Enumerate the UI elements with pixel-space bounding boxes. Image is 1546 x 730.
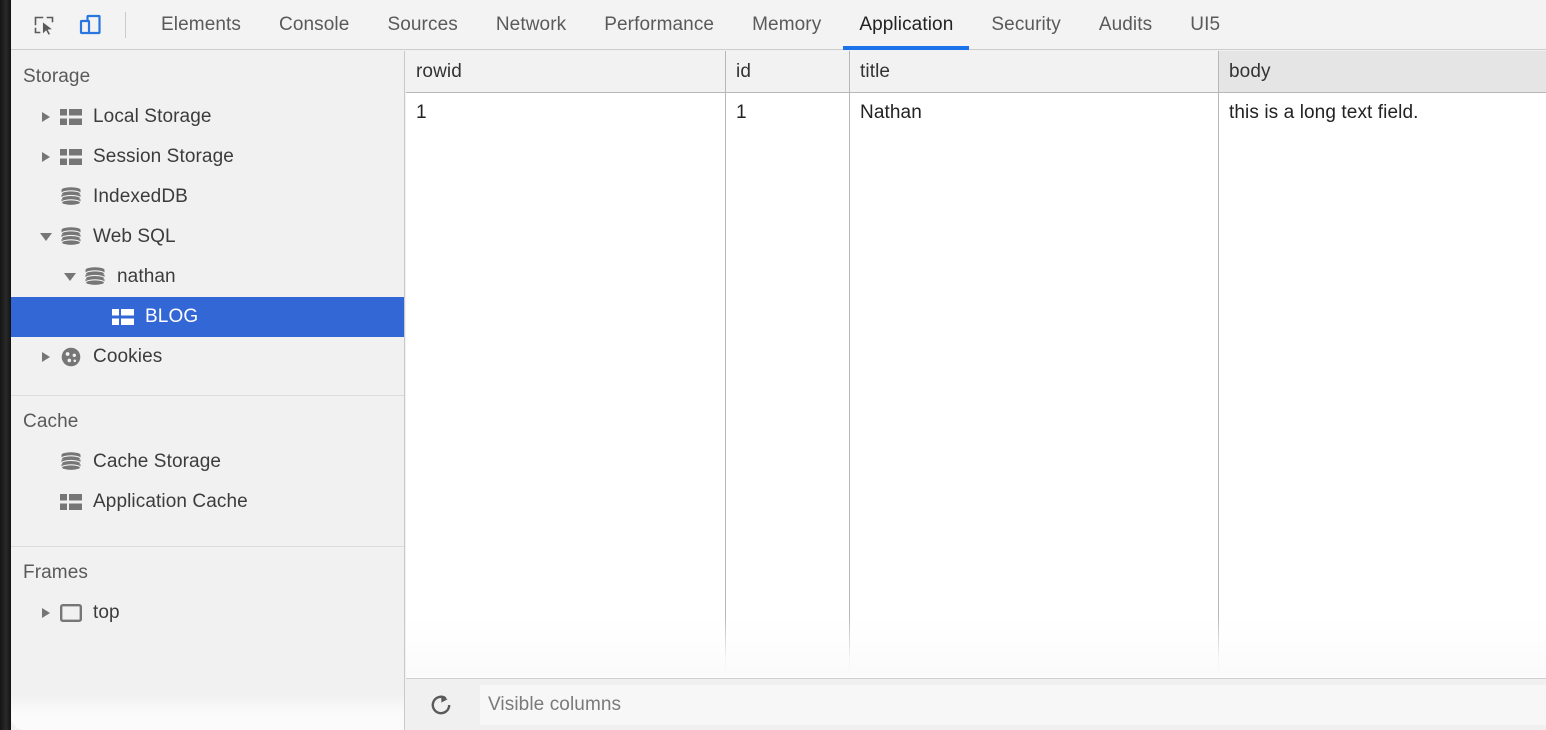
sidebar-item-label: Application Cache xyxy=(93,491,248,512)
chevron-down-icon[interactable] xyxy=(59,273,81,281)
data-grid-toolbar xyxy=(406,678,1546,730)
tab-memory[interactable]: Memory xyxy=(733,0,840,50)
sidebar-item-label: Local Storage xyxy=(93,106,212,127)
window-left-edge xyxy=(0,0,11,730)
sidebar-section-frames: Frames top xyxy=(11,547,404,633)
cookie-icon xyxy=(57,346,85,368)
visible-columns-input[interactable] xyxy=(480,684,1546,725)
tab-label: Elements xyxy=(161,13,242,35)
chevron-right-icon[interactable] xyxy=(35,152,57,162)
tab-label: Performance xyxy=(604,13,715,35)
database-icon xyxy=(57,187,85,207)
tab-performance[interactable]: Performance xyxy=(585,0,733,50)
tab-security[interactable]: Security xyxy=(972,0,1079,50)
toolbar-separator xyxy=(125,11,126,38)
cell-rowid[interactable]: 1 xyxy=(406,93,726,677)
sidebar-item-web-sql[interactable]: Web SQL xyxy=(11,217,404,257)
table-row[interactable]: 1 1 Nathan this is a long text field. xyxy=(406,93,1546,677)
table-icon xyxy=(57,109,85,125)
column-header-id[interactable]: id xyxy=(726,51,850,92)
sidebar-item-cookies[interactable]: Cookies xyxy=(11,337,404,377)
devtools-tab-bar: Elements Console Sources Network Perform… xyxy=(11,0,1546,50)
tab-application[interactable]: Application xyxy=(840,0,972,50)
tab-label: Memory xyxy=(752,13,822,35)
panel-tabs: Elements Console Sources Network Perform… xyxy=(142,0,1239,50)
tab-label: Sources xyxy=(387,13,458,35)
cell-id[interactable]: 1 xyxy=(726,93,850,677)
cell-body[interactable]: this is a long text field. xyxy=(1219,93,1546,677)
window-edge-gradient xyxy=(0,0,11,730)
tab-label: UI5 xyxy=(1190,13,1221,35)
sidebar-item-nathan[interactable]: nathan xyxy=(11,257,404,297)
sidebar-section-cache: Cache Cache Storage Application Cache xyxy=(11,396,404,522)
sidebar-item-indexeddb[interactable]: IndexedDB xyxy=(11,177,404,217)
inspect-element-icon xyxy=(34,16,55,36)
sidebar-section-title: Cache xyxy=(23,411,79,432)
frame-icon xyxy=(57,604,85,622)
sidebar-item-blog[interactable]: BLOG xyxy=(11,297,404,337)
sidebar-item-label: IndexedDB xyxy=(93,186,188,207)
devtools-window: Elements Console Sources Network Perform… xyxy=(0,0,1546,730)
table-icon xyxy=(57,149,85,165)
chevron-down-icon[interactable] xyxy=(35,233,57,241)
chevron-right-icon[interactable] xyxy=(35,608,57,618)
tab-audits[interactable]: Audits xyxy=(1080,0,1171,50)
chevron-right-icon[interactable] xyxy=(35,352,57,362)
websql-data-grid: rowid id title body 1 1 Nathan this is a… xyxy=(406,51,1546,678)
tab-label: Security xyxy=(991,13,1061,35)
column-header-title[interactable]: title xyxy=(850,51,1219,92)
sidebar-item-cache-storage[interactable]: Cache Storage xyxy=(11,442,404,482)
tab-label: Network xyxy=(495,13,567,35)
sidebar-item-session-storage[interactable]: Session Storage xyxy=(11,137,404,177)
application-sidebar: Storage Local Storage Session Storage In… xyxy=(11,51,405,730)
table-icon xyxy=(109,309,137,325)
column-header-rowid[interactable]: rowid xyxy=(406,51,726,92)
database-icon xyxy=(57,227,85,247)
column-header-body[interactable]: body xyxy=(1219,51,1546,92)
sidebar-item-label: Web SQL xyxy=(93,226,176,247)
tab-label: Application xyxy=(859,13,954,35)
tab-label: Audits xyxy=(1098,13,1153,35)
sidebar-item-label: Cache Storage xyxy=(93,451,222,472)
tab-network[interactable]: Network xyxy=(477,0,585,50)
device-toolbar-icon xyxy=(79,14,101,34)
sidebar-item-application-cache[interactable]: Application Cache xyxy=(11,482,404,522)
data-grid-body: 1 1 Nathan this is a long text field. xyxy=(406,93,1546,677)
sidebar-section-title: Storage xyxy=(23,66,91,87)
toolbar-icon-group xyxy=(11,0,142,50)
tab-label: Console xyxy=(279,13,350,35)
sidebar-section-storage: Storage Local Storage Session Storage In… xyxy=(11,51,404,377)
tab-sources[interactable]: Sources xyxy=(368,0,476,50)
data-grid-header: rowid id title body xyxy=(406,51,1546,93)
sidebar-item-local-storage[interactable]: Local Storage xyxy=(11,97,404,137)
sidebar-bottom-shadow xyxy=(11,694,404,730)
sidebar-item-top-frame[interactable]: top xyxy=(11,593,404,633)
sidebar-item-label: Session Storage xyxy=(93,146,234,167)
tab-console[interactable]: Console xyxy=(260,0,368,50)
chevron-right-icon[interactable] xyxy=(35,112,57,122)
cell-title[interactable]: Nathan xyxy=(850,93,1219,677)
sidebar-item-label: BLOG xyxy=(145,306,199,327)
sidebar-item-label: top xyxy=(93,602,120,623)
sidebar-item-label: nathan xyxy=(117,266,176,287)
refresh-button[interactable] xyxy=(420,685,462,725)
database-icon xyxy=(57,452,85,472)
tab-ui5[interactable]: UI5 xyxy=(1171,0,1239,50)
device-toolbar-button[interactable] xyxy=(67,3,113,47)
sidebar-scroll: Storage Local Storage Session Storage In… xyxy=(11,51,404,730)
sidebar-section-title: Frames xyxy=(23,562,88,583)
inspect-element-button[interactable] xyxy=(21,3,67,47)
table-icon xyxy=(57,494,85,510)
refresh-icon xyxy=(431,694,451,714)
database-icon xyxy=(81,267,109,287)
sidebar-item-label: Cookies xyxy=(93,346,163,367)
tab-elements[interactable]: Elements xyxy=(142,0,260,50)
